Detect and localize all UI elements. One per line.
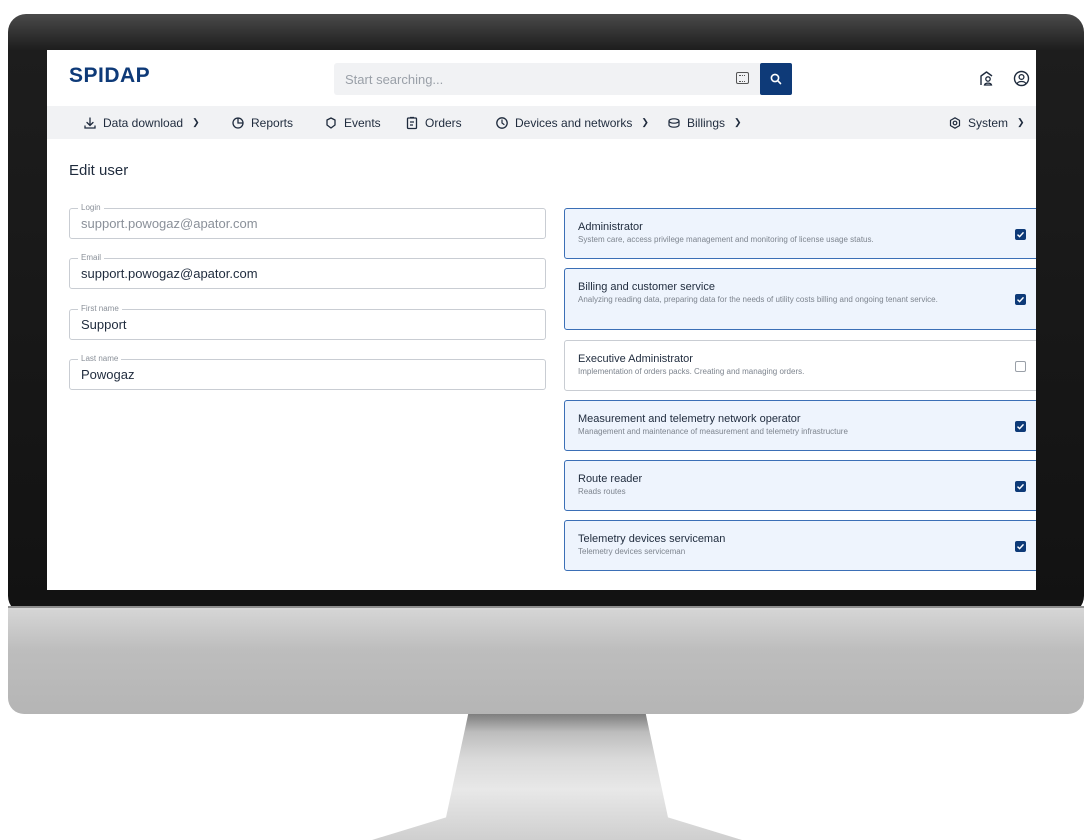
nav-data-download[interactable]: Data download ❯ — [83, 106, 200, 139]
page-title: Edit user — [69, 162, 129, 179]
nav-label: Events — [344, 115, 381, 130]
role-checkbox[interactable] — [1015, 229, 1026, 240]
search-button[interactable] — [760, 63, 792, 95]
role-checkbox[interactable] — [1015, 361, 1026, 372]
nav-label: Data download — [103, 115, 184, 130]
role-card-route-reader[interactable]: Route reader Reads routes — [564, 460, 1036, 511]
login-value: support.powogaz@apator.com — [81, 216, 258, 231]
role-card-measurement-and-telemetry-network-operator[interactable]: Measurement and telemetry network operat… — [564, 400, 1036, 451]
monitor-chin — [8, 606, 1084, 714]
role-card-administrator[interactable]: Administrator System care, access privil… — [564, 208, 1036, 259]
role-checkbox[interactable] — [1015, 481, 1026, 492]
nav-label: Reports — [251, 115, 294, 130]
role-description: Management and maintenance of measuremen… — [578, 427, 848, 436]
monitor-stand — [372, 714, 742, 840]
nav-system[interactable]: System ❯ — [948, 106, 1025, 139]
search-bar — [334, 63, 762, 95]
role-card-billing-and-customer-service[interactable]: Billing and customer service Analyzing r… — [564, 268, 1036, 330]
checkmark-icon — [1017, 543, 1025, 550]
reports-icon — [232, 116, 244, 129]
checkmark-icon — [1017, 231, 1025, 238]
main-nav: Data download ❯ Reports Events Orders De… — [47, 106, 1036, 139]
role-checkbox[interactable] — [1015, 294, 1026, 305]
devices-icon — [496, 116, 508, 129]
app-header: SPIDAP — [47, 50, 1036, 106]
billings-icon — [668, 117, 680, 128]
system-icon — [949, 116, 961, 129]
first-name-label: First name — [78, 304, 122, 313]
role-description: System care, access privilege management… — [578, 235, 874, 244]
role-card-executive-administrator[interactable]: Executive Administrator Implementation o… — [564, 340, 1036, 391]
chevron-down-icon: ❯ — [734, 117, 742, 127]
role-description: Telemetry devices serviceman — [578, 547, 686, 556]
role-title: Billing and customer service — [578, 281, 715, 293]
role-description: Implementation of orders packs. Creating… — [578, 367, 805, 376]
email-value: support.powogaz@apator.com — [81, 266, 258, 281]
account-icon[interactable] — [1013, 70, 1030, 87]
events-icon — [326, 116, 336, 129]
role-title: Executive Administrator — [578, 353, 693, 365]
download-icon — [84, 116, 96, 129]
last-name-label: Last name — [78, 354, 122, 363]
role-card-telemetry-devices-serviceman[interactable]: Telemetry devices serviceman Telemetry d… — [564, 520, 1036, 571]
email-field[interactable]: Email support.powogaz@apator.com — [69, 253, 546, 289]
user-roles-icon[interactable] — [978, 70, 995, 87]
app-logo[interactable]: SPIDAP — [69, 64, 150, 88]
role-checkbox[interactable] — [1015, 421, 1026, 432]
last-name-value: Powogaz — [81, 367, 135, 382]
monitor-stand-shadow — [464, 714, 650, 732]
role-description: Reads routes — [578, 487, 626, 496]
email-label: Email — [78, 253, 105, 262]
keyboard-icon[interactable] — [736, 72, 749, 84]
nav-label: Orders — [425, 115, 462, 130]
nav-events[interactable]: Events — [324, 106, 381, 139]
chevron-down-icon: ❯ — [192, 117, 200, 127]
nav-label: Devices and networks — [515, 115, 633, 130]
checkmark-icon — [1017, 483, 1025, 490]
role-description: Analyzing reading data, preparing data f… — [578, 295, 938, 304]
role-title: Measurement and telemetry network operat… — [578, 413, 801, 425]
last-name-field[interactable]: Last name Powogaz — [69, 354, 546, 390]
app-screen: SPIDAP Data downl — [47, 50, 1036, 590]
first-name-field[interactable]: First name Support — [69, 304, 546, 340]
chevron-down-icon: ❯ — [641, 117, 649, 127]
nav-reports[interactable]: Reports — [231, 106, 293, 139]
login-field[interactable]: Login support.powogaz@apator.com — [69, 203, 546, 239]
login-label: Login — [78, 203, 104, 212]
search-input[interactable] — [334, 63, 724, 95]
nav-billings[interactable]: Billings ❯ — [667, 106, 742, 139]
first-name-value: Support — [81, 317, 127, 332]
nav-label: System — [968, 115, 1009, 130]
role-checkbox[interactable] — [1015, 541, 1026, 552]
nav-orders[interactable]: Orders — [405, 106, 462, 139]
role-title: Telemetry devices serviceman — [578, 533, 726, 545]
role-title: Route reader — [578, 473, 643, 485]
chevron-down-icon: ❯ — [1017, 117, 1025, 127]
role-title: Administrator — [578, 221, 643, 233]
nav-label: Billings — [687, 115, 726, 130]
search-icon — [770, 73, 782, 85]
orders-icon — [406, 116, 418, 129]
nav-devices-and-networks[interactable]: Devices and networks ❯ — [495, 106, 649, 139]
checkmark-icon — [1017, 423, 1025, 430]
checkmark-icon — [1017, 296, 1025, 303]
